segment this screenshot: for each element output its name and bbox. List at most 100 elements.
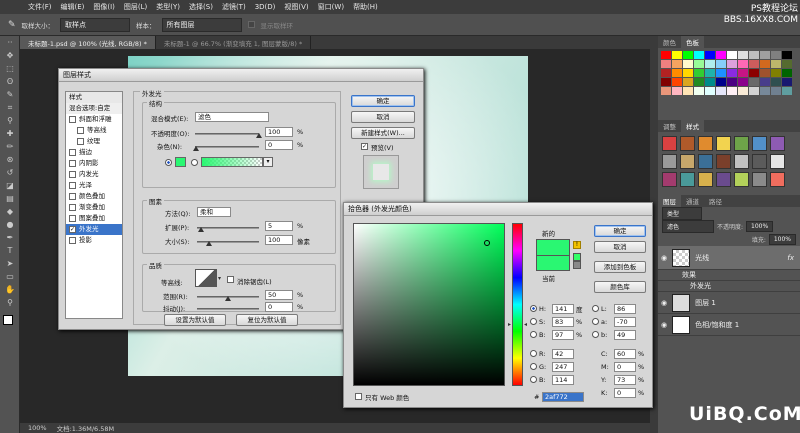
effect-item[interactable]: 颜色叠加 <box>66 191 122 202</box>
swatch[interactable] <box>738 51 748 59</box>
style-preset[interactable] <box>770 172 785 187</box>
contour-preview[interactable] <box>195 269 217 287</box>
lasso-tool-icon[interactable]: ʘ <box>0 75 20 88</box>
picker-cancel-button[interactable]: 取消 <box>594 241 646 253</box>
noise-slider-thumb[interactable] <box>193 146 199 151</box>
anti-alias-checkbox[interactable] <box>227 276 234 283</box>
type-tool-icon[interactable]: T <box>0 244 20 257</box>
swatch[interactable] <box>749 87 759 95</box>
effect-item[interactable]: ✓ 外发光 <box>66 224 122 235</box>
glow-gradient-radio[interactable] <box>191 159 198 166</box>
swatch-grid[interactable] <box>658 48 800 98</box>
layer-name[interactable]: 光线 <box>695 253 709 263</box>
swatch[interactable] <box>749 69 759 77</box>
menu-item-0[interactable]: 文件(F) <box>28 2 52 12</box>
color-mode-radio[interactable] <box>592 318 599 325</box>
contour-dropdown-icon[interactable]: ▾ <box>218 275 221 282</box>
picker-ok-button[interactable]: 确定 <box>594 225 646 237</box>
swatch[interactable] <box>771 60 781 68</box>
color-libraries-button[interactable]: 颜色库 <box>594 281 646 293</box>
swatch[interactable] <box>683 87 693 95</box>
move-tool-icon[interactable]: ✥ <box>0 49 20 62</box>
color-field-input[interactable]: 97 <box>552 329 574 340</box>
color-field-input[interactable]: 60 <box>614 348 636 359</box>
out-of-gamut-icon[interactable]: ! <box>573 241 581 249</box>
fx-icon[interactable]: fx <box>787 254 794 262</box>
hue-slider-right-arrow[interactable]: ◂ <box>524 321 527 328</box>
effect-checkbox[interactable] <box>69 171 76 178</box>
layer-row-1[interactable]: ◉ 图层 1 <box>658 292 800 314</box>
menu-item-8[interactable]: 视图(V) <box>284 2 308 12</box>
swatch[interactable] <box>661 69 671 77</box>
style-grid[interactable] <box>658 132 800 191</box>
swatch[interactable] <box>760 51 770 59</box>
crop-tool-icon[interactable]: ⌗ <box>0 101 20 114</box>
styles-header[interactable]: 样式 <box>66 92 122 103</box>
style-preset[interactable] <box>734 154 749 169</box>
menu-item-10[interactable]: 帮助(H) <box>353 2 378 12</box>
menu-item-2[interactable]: 图像(I) <box>93 2 115 12</box>
color-mode-radio[interactable] <box>530 350 537 357</box>
blend-options-item[interactable]: 混合选项:自定 <box>66 103 122 114</box>
layer-row-hue-saturation[interactable]: ◉ 色相/饱和度 1 <box>658 314 800 336</box>
swatch[interactable] <box>727 78 737 86</box>
swatch[interactable] <box>782 69 792 77</box>
color-field-input[interactable]: 247 <box>552 361 574 372</box>
effect-item[interactable]: 投影 <box>66 235 122 246</box>
effect-item[interactable]: 描边 <box>66 147 122 158</box>
swatch[interactable] <box>760 78 770 86</box>
opacity-slider-thumb[interactable] <box>256 133 262 138</box>
style-preset[interactable] <box>752 172 767 187</box>
spread-slider[interactable] <box>197 227 259 229</box>
sample-select[interactable]: 所有图层 <box>161 17 242 32</box>
spread-input[interactable]: 5 <box>265 221 293 231</box>
swatch[interactable] <box>771 51 781 59</box>
range-input[interactable]: 50 <box>265 290 293 300</box>
tab-color[interactable]: 颜色 <box>658 36 681 48</box>
color-picker-cursor[interactable] <box>484 240 490 246</box>
swatch[interactable] <box>672 69 682 77</box>
swatch[interactable] <box>672 60 682 68</box>
effect-item[interactable]: 光泽 <box>66 180 122 191</box>
color-mode-radio[interactable] <box>530 363 537 370</box>
effect-item[interactable]: 内阴影 <box>66 158 122 169</box>
swatch[interactable] <box>727 87 737 95</box>
color-mode-radio[interactable] <box>530 331 537 338</box>
swatch[interactable] <box>716 69 726 77</box>
style-preset[interactable] <box>698 154 713 169</box>
style-preset[interactable] <box>734 136 749 151</box>
eye-icon[interactable]: ◉ <box>661 299 667 307</box>
jitter-input[interactable]: 0 <box>265 302 293 312</box>
color-field-input[interactable]: 114 <box>552 374 574 385</box>
gamut-color-swatch[interactable] <box>573 253 581 261</box>
blend-mode-select[interactable]: 滤色 <box>195 112 269 122</box>
opacity-slider[interactable] <box>195 133 259 135</box>
web-safe-icon[interactable] <box>573 261 581 269</box>
swatch[interactable] <box>705 78 715 86</box>
spread-slider-thumb[interactable] <box>198 227 204 232</box>
swatch[interactable] <box>771 69 781 77</box>
color-field-input[interactable]: 0 <box>614 361 636 372</box>
swatch[interactable] <box>661 78 671 86</box>
swatch[interactable] <box>705 60 715 68</box>
quick-select-tool-icon[interactable]: ✎ <box>0 88 20 101</box>
style-preset[interactable] <box>752 154 767 169</box>
style-preset[interactable] <box>662 172 677 187</box>
noise-slider[interactable] <box>195 146 259 148</box>
layer-opacity-input[interactable]: 100% <box>746 221 774 232</box>
color-field-input[interactable]: 49 <box>614 329 636 340</box>
blur-tool-icon[interactable]: ◆ <box>0 205 20 218</box>
menu-item-4[interactable]: 类型(Y) <box>156 2 180 12</box>
menu-item-9[interactable]: 窗口(W) <box>318 2 344 12</box>
swatch[interactable] <box>771 78 781 86</box>
swatch[interactable] <box>661 87 671 95</box>
tab-layers[interactable]: 图层 <box>658 195 681 207</box>
jitter-slider[interactable] <box>197 308 259 310</box>
style-preset[interactable] <box>680 136 695 151</box>
size-slider-thumb[interactable] <box>206 241 212 246</box>
style-preset[interactable] <box>698 136 713 151</box>
tab-channels[interactable]: 通道 <box>681 195 704 207</box>
add-to-swatches-button[interactable]: 添加到色板 <box>594 261 646 273</box>
healing-tool-icon[interactable]: ✚ <box>0 127 20 140</box>
web-only-checkbox[interactable] <box>355 393 362 400</box>
